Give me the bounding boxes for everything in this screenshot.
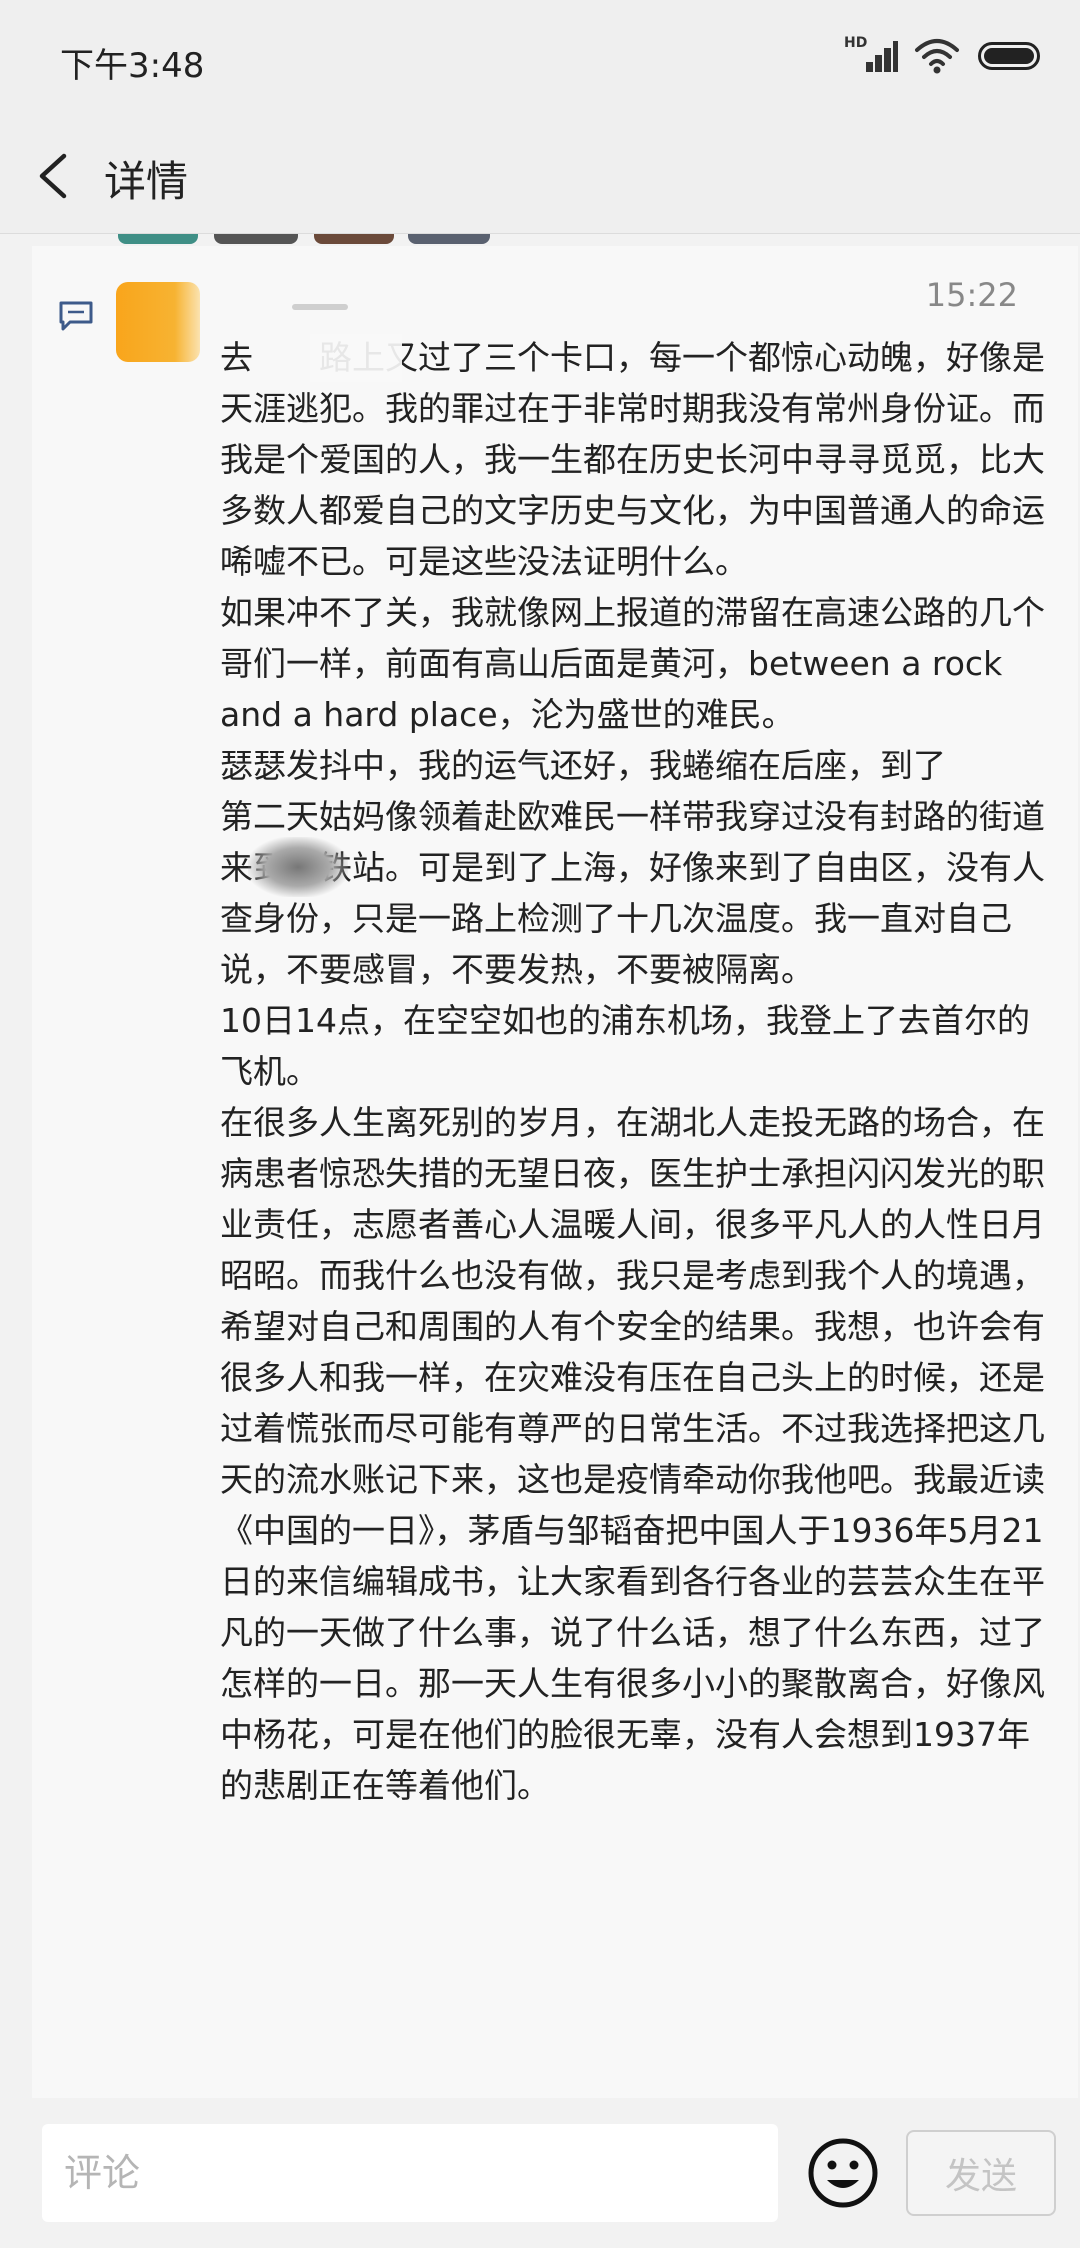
image-thumbnail[interactable] bbox=[118, 234, 198, 244]
battery-icon bbox=[978, 42, 1040, 70]
comment-icon bbox=[59, 301, 93, 331]
image-strip-edge bbox=[0, 234, 1080, 246]
wifi-icon bbox=[915, 39, 959, 74]
post-paragraph: 如果冲不了关，我就像网上报道的滞留在高速公路的几个哥们一样，前面有高山后面是黄河… bbox=[220, 593, 1045, 734]
post-body: 去 路上又过了三个卡口，每一个都惊心动魄，好像是天涯逃犯。我的罪过在于非常时期我… bbox=[220, 332, 1050, 1811]
avatar[interactable] bbox=[116, 282, 200, 362]
comment-bar: 发送 bbox=[0, 2100, 1080, 2248]
smiley-icon[interactable] bbox=[806, 2136, 880, 2210]
signal-icon: HD bbox=[844, 35, 898, 76]
post-paragraph: 在很多人生离死别的岁月，在湖北人走投无路的场合，在病患者惊恐失措的无望日夜，医生… bbox=[220, 1103, 1045, 1805]
image-thumbnail[interactable] bbox=[314, 234, 394, 244]
image-thumbnail[interactable] bbox=[408, 234, 490, 244]
status-bar: 下午3:48 HD bbox=[0, 0, 1080, 118]
image-thumbnail[interactable] bbox=[214, 234, 298, 244]
redaction-blur bbox=[248, 837, 348, 897]
redaction-blur bbox=[310, 334, 402, 382]
comment-input[interactable] bbox=[42, 2124, 778, 2222]
post-card: 15:22 去 路上又过了三个卡口，每一个都惊心动魄，好像是天涯逃犯。我的罪过在… bbox=[32, 246, 1078, 2098]
status-icons: HD bbox=[844, 34, 1040, 78]
post-paragraph: 10日14点，在空空如也的浦东机场，我登上了去首尔的飞机。 bbox=[220, 1001, 1030, 1091]
page-title: 详情 bbox=[104, 157, 189, 206]
status-time: 下午3:48 bbox=[60, 46, 205, 86]
network-type-label: HD bbox=[844, 35, 868, 51]
send-button[interactable]: 发送 bbox=[906, 2130, 1056, 2216]
author-name-redacted bbox=[292, 304, 348, 310]
app-header: 详情 bbox=[0, 118, 1080, 234]
post-timestamp: 15:22 bbox=[925, 276, 1018, 314]
chevron-left-icon[interactable] bbox=[30, 148, 80, 204]
